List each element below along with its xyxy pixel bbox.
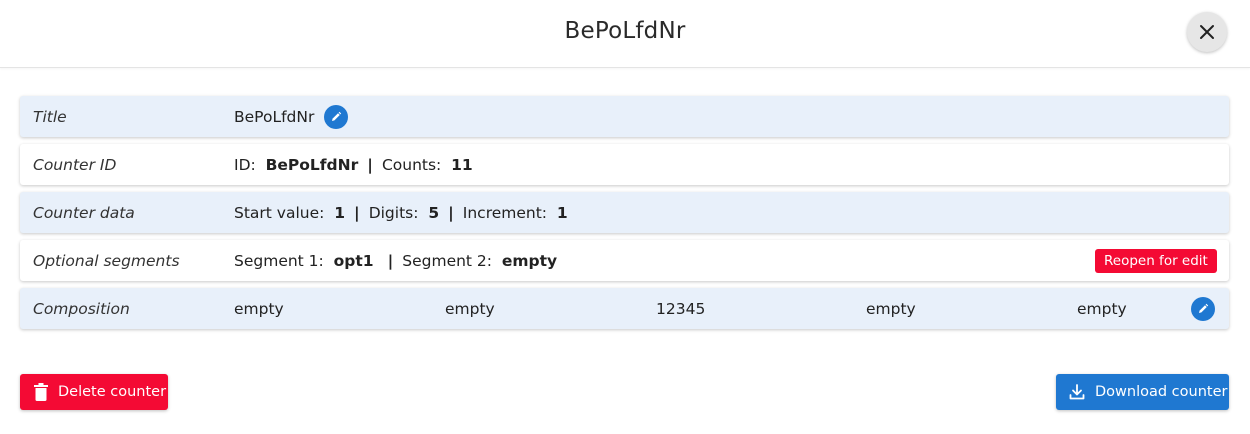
pencil-icon bbox=[1199, 303, 1209, 313]
close-button[interactable] bbox=[1187, 12, 1227, 52]
composition-part: empty bbox=[1077, 299, 1127, 318]
id-label: ID: bbox=[234, 155, 256, 174]
increment-label: Increment: bbox=[462, 203, 548, 222]
counter-id-value-group: ID: BePoLfdNr | Counts: 11 bbox=[234, 156, 473, 174]
title-value: BePoLfdNr bbox=[234, 107, 315, 126]
counter-id-row: Counter ID ID: BePoLfdNr | Counts: 11 bbox=[20, 144, 1229, 185]
separator: | bbox=[354, 203, 360, 222]
counter-id-label: Counter ID bbox=[33, 155, 117, 174]
increment-value: 1 bbox=[556, 203, 568, 222]
id-value: BePoLfdNr bbox=[265, 155, 359, 174]
composition-part: empty bbox=[866, 299, 916, 318]
pencil-icon bbox=[332, 111, 342, 121]
trash-icon bbox=[34, 383, 48, 401]
optional-segments-row: Optional segments Segment 1: opt1 | Segm… bbox=[20, 240, 1229, 281]
composition-label: Composition bbox=[33, 299, 130, 318]
composition-part: 12345 bbox=[656, 299, 706, 318]
edit-composition-button[interactable] bbox=[1191, 297, 1215, 321]
counter-data-label: Counter data bbox=[33, 203, 135, 222]
counts-label: Counts: bbox=[381, 155, 442, 174]
segment-2-label: Segment 2: bbox=[402, 251, 493, 270]
close-icon bbox=[1200, 25, 1214, 39]
optional-segments-label: Optional segments bbox=[33, 251, 180, 270]
download-counter-button[interactable]: Download counter bbox=[1056, 374, 1229, 410]
digits-value: 5 bbox=[428, 203, 440, 222]
reopen-for-edit-button[interactable]: Reopen for edit bbox=[1095, 249, 1217, 273]
counter-data-value-group: Start value: 1 | Digits: 5 | Increment: … bbox=[234, 204, 568, 222]
delete-counter-button[interactable]: Delete counter bbox=[20, 374, 168, 410]
optional-segments-value-group: Segment 1: opt1 | Segment 2: empty bbox=[234, 252, 557, 270]
composition-part: empty bbox=[234, 299, 284, 318]
counter-data-row: Counter data Start value: 1 | Digits: 5 … bbox=[20, 192, 1229, 233]
title-row: Title BePoLfdNr bbox=[20, 96, 1229, 137]
composition-part: empty bbox=[445, 299, 495, 318]
download-counter-label: Download counter bbox=[1095, 384, 1228, 400]
download-icon bbox=[1069, 384, 1085, 400]
counter-details: Title BePoLfdNr Counter ID ID: BePoLfdNr… bbox=[20, 96, 1229, 336]
separator: | bbox=[367, 155, 373, 174]
separator: | bbox=[387, 251, 394, 270]
title-label: Title bbox=[33, 107, 67, 126]
segment-2-value: empty bbox=[501, 251, 558, 270]
edit-title-button[interactable] bbox=[324, 104, 349, 129]
segment-1-value: opt1 bbox=[333, 251, 374, 270]
segment-1-label: Segment 1: bbox=[234, 251, 324, 270]
separator: | bbox=[448, 203, 454, 222]
digits-label: Digits: bbox=[368, 203, 419, 222]
dialog-header: BePoLfdNr bbox=[0, 0, 1250, 68]
start-value: 1 bbox=[334, 203, 346, 222]
delete-counter-label: Delete counter bbox=[58, 384, 167, 400]
start-value-label: Start value: bbox=[234, 203, 325, 222]
dialog-title: BePoLfdNr bbox=[564, 18, 686, 44]
composition-row: Composition empty empty 12345 empty empt… bbox=[20, 288, 1229, 329]
title-value-group: BePoLfdNr bbox=[234, 104, 349, 129]
counts-value: 11 bbox=[451, 155, 473, 174]
